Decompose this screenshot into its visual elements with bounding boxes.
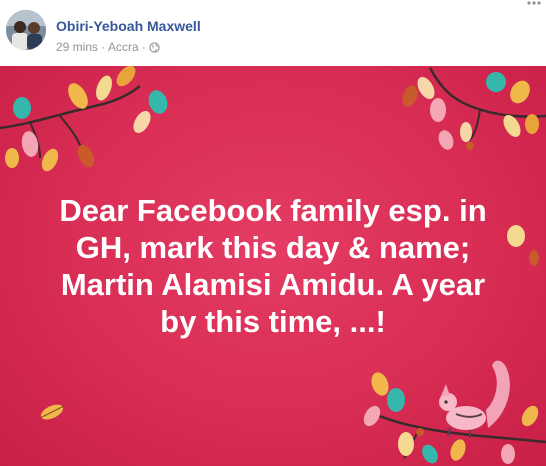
author-name-link[interactable]: Obiri-Yeboah Maxwell <box>56 18 201 34</box>
status-message-text: Dear Facebook family esp. in GH, mark th… <box>59 193 487 339</box>
more-options-icon[interactable] <box>526 0 542 6</box>
meta-separator-2: · <box>141 40 146 54</box>
post-card: Obiri-Yeboah Maxwell 29 mins · Accra · D… <box>0 0 546 466</box>
post-meta: 29 mins · Accra · <box>56 40 160 54</box>
meta-separator: · <box>101 40 106 54</box>
post-header: Obiri-Yeboah Maxwell 29 mins · Accra · <box>0 0 546 66</box>
post-location-link[interactable]: Accra <box>108 40 139 54</box>
globe-icon[interactable] <box>149 41 160 53</box>
post-time-link[interactable]: 29 mins <box>56 40 98 54</box>
profile-photo <box>6 10 46 50</box>
avatar[interactable] <box>6 10 46 50</box>
status-background-banner: Dear Facebook family esp. in GH, mark th… <box>0 66 546 466</box>
